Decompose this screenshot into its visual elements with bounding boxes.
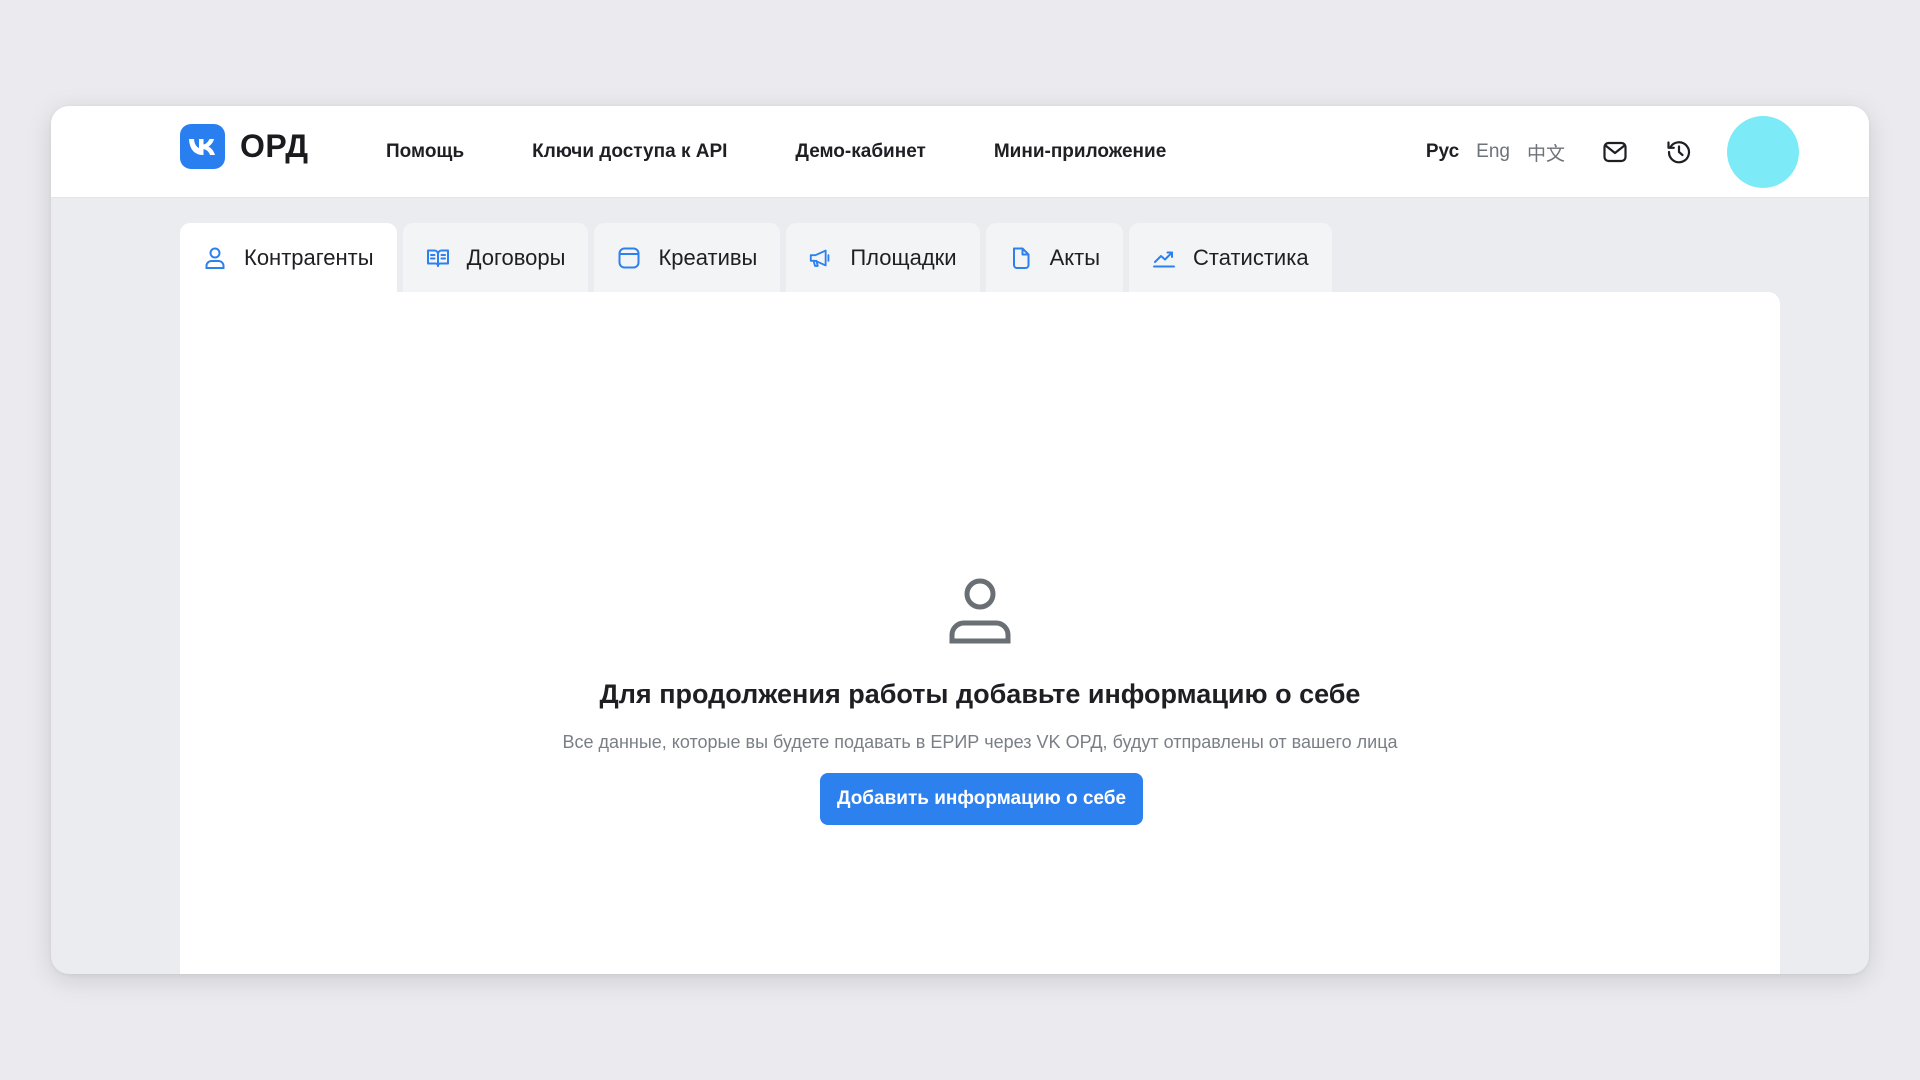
tab-counterparties[interactable]: Контрагенты (180, 223, 397, 293)
top-nav: Помощь Ключи доступа к API Демо-кабинет … (386, 106, 1234, 198)
tab-acts[interactable]: Акты (985, 223, 1124, 293)
tab-label: Контрагенты (244, 245, 374, 270)
tab-label: Площадки (850, 245, 957, 270)
nav-help[interactable]: Помощь (386, 141, 464, 163)
tab-label: Договоры (466, 245, 566, 270)
tab-platforms[interactable]: Площадки (786, 223, 980, 293)
logo[interactable]: ОРД (180, 124, 309, 169)
lang-ru[interactable]: Рус (1426, 141, 1459, 163)
lang-en[interactable]: Eng (1476, 141, 1510, 163)
chart-icon (1151, 245, 1177, 271)
document-icon (1008, 245, 1034, 271)
content-panel: Для продолжения работы добавьте информац… (180, 292, 1780, 974)
header-tools: Рус Eng 中文 (1426, 106, 1869, 198)
avatar[interactable] (1727, 116, 1799, 188)
tab-creatives[interactable]: Креативы (594, 223, 781, 293)
vk-logo-icon (180, 124, 225, 169)
user-icon (202, 245, 228, 271)
nav-mini-app[interactable]: Мини-приложение (994, 141, 1166, 163)
mail-icon[interactable] (1599, 136, 1631, 168)
lang-zh[interactable]: 中文 (1527, 139, 1565, 166)
nav-demo-cabinet[interactable]: Демо-кабинет (795, 141, 925, 163)
empty-state-title: Для продолжения работы добавьте информац… (599, 679, 1361, 709)
tab-bar: Контрагенты Договоры Креативы Площадки А… (180, 223, 1338, 293)
add-info-button[interactable]: Добавить информацию о себе (820, 773, 1143, 825)
history-icon[interactable] (1663, 136, 1695, 168)
tab-label: Креативы (658, 245, 758, 270)
empty-state-subtitle: Все данные, которые вы будете подавать в… (562, 732, 1398, 752)
header: ОРД Помощь Ключи доступа к API Демо-каби… (51, 106, 1869, 198)
card-icon (616, 245, 642, 271)
tab-label: Статистика (1193, 245, 1309, 270)
megaphone-icon (808, 245, 834, 271)
tab-statistics[interactable]: Статистика (1129, 223, 1332, 293)
user-icon (949, 578, 1011, 644)
tab-label: Акты (1049, 245, 1101, 270)
tab-contracts[interactable]: Договоры (402, 223, 589, 293)
book-icon (425, 245, 451, 271)
app-window: ОРД Помощь Ключи доступа к API Демо-каби… (51, 106, 1869, 974)
nav-api-keys[interactable]: Ключи доступа к API (532, 141, 727, 163)
logo-text: ОРД (240, 128, 309, 164)
